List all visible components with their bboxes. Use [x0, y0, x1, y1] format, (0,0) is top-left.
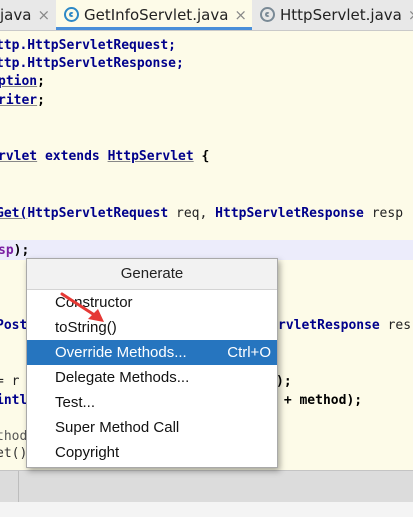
active-tab-indicator	[56, 27, 252, 30]
code-line: ttp.HttpServletResponse;	[0, 56, 184, 71]
popup-title: Generate	[27, 259, 277, 290]
code-line: intl	[0, 393, 28, 408]
code-line: sp);	[0, 243, 30, 258]
code-line: Get(HttpServletRequest req, HttpServletR…	[0, 206, 404, 221]
menu-item-copyright[interactable]: Copyright	[27, 440, 277, 465]
tool-window-strip	[0, 470, 413, 503]
menu-item-delegate-methods[interactable]: Delegate Methods...	[27, 365, 277, 390]
java-class-icon	[260, 7, 275, 22]
tab-close-icon[interactable]: ×	[37, 6, 50, 24]
code-line: et()	[0, 446, 28, 461]
menu-item-override-methods[interactable]: Override Methods... Ctrl+O	[27, 340, 277, 365]
code-line: rvletResponse res	[278, 318, 412, 333]
divider	[18, 471, 19, 503]
shortcut-label: Ctrl+O	[227, 344, 271, 361]
code-line: ption;	[0, 74, 45, 89]
tab-httpservlet[interactable]: HttpServlet.java ×	[260, 0, 413, 30]
tab-close-icon[interactable]: ×	[408, 6, 413, 24]
tab-close-icon[interactable]: ×	[234, 6, 247, 24]
tab-label: java	[0, 6, 32, 24]
status-bar	[0, 502, 413, 517]
generate-popup: Generate Constructor toString() Override…	[26, 258, 278, 468]
menu-item-super-method-call[interactable]: Super Method Call	[27, 415, 277, 440]
code-line: + method);	[276, 393, 363, 408]
code-line: );	[276, 374, 292, 389]
menu-item-test[interactable]: Test...	[27, 390, 277, 415]
code-line: Post	[0, 318, 28, 333]
java-class-icon	[64, 7, 79, 22]
editor-tab-bar: java × GetInfoServlet.java × HttpServlet.j…	[0, 0, 413, 31]
tab-getinfoservlet[interactable]: GetInfoServlet.java ×	[56, 0, 252, 30]
code-line: rvlet extends HttpServlet {	[0, 149, 210, 164]
tab-label: GetInfoServlet.java	[84, 6, 229, 24]
current-line-highlight	[0, 240, 413, 260]
code-line: = r	[0, 374, 20, 389]
code-line: ttp.HttpServletRequest;	[0, 38, 177, 53]
annotation-arrow-icon	[60, 292, 104, 322]
code-line: riter;	[0, 93, 45, 108]
tab-label: HttpServlet.java	[280, 6, 402, 24]
code-line: thod	[0, 429, 28, 444]
tab-java[interactable]: java ×	[0, 0, 50, 30]
